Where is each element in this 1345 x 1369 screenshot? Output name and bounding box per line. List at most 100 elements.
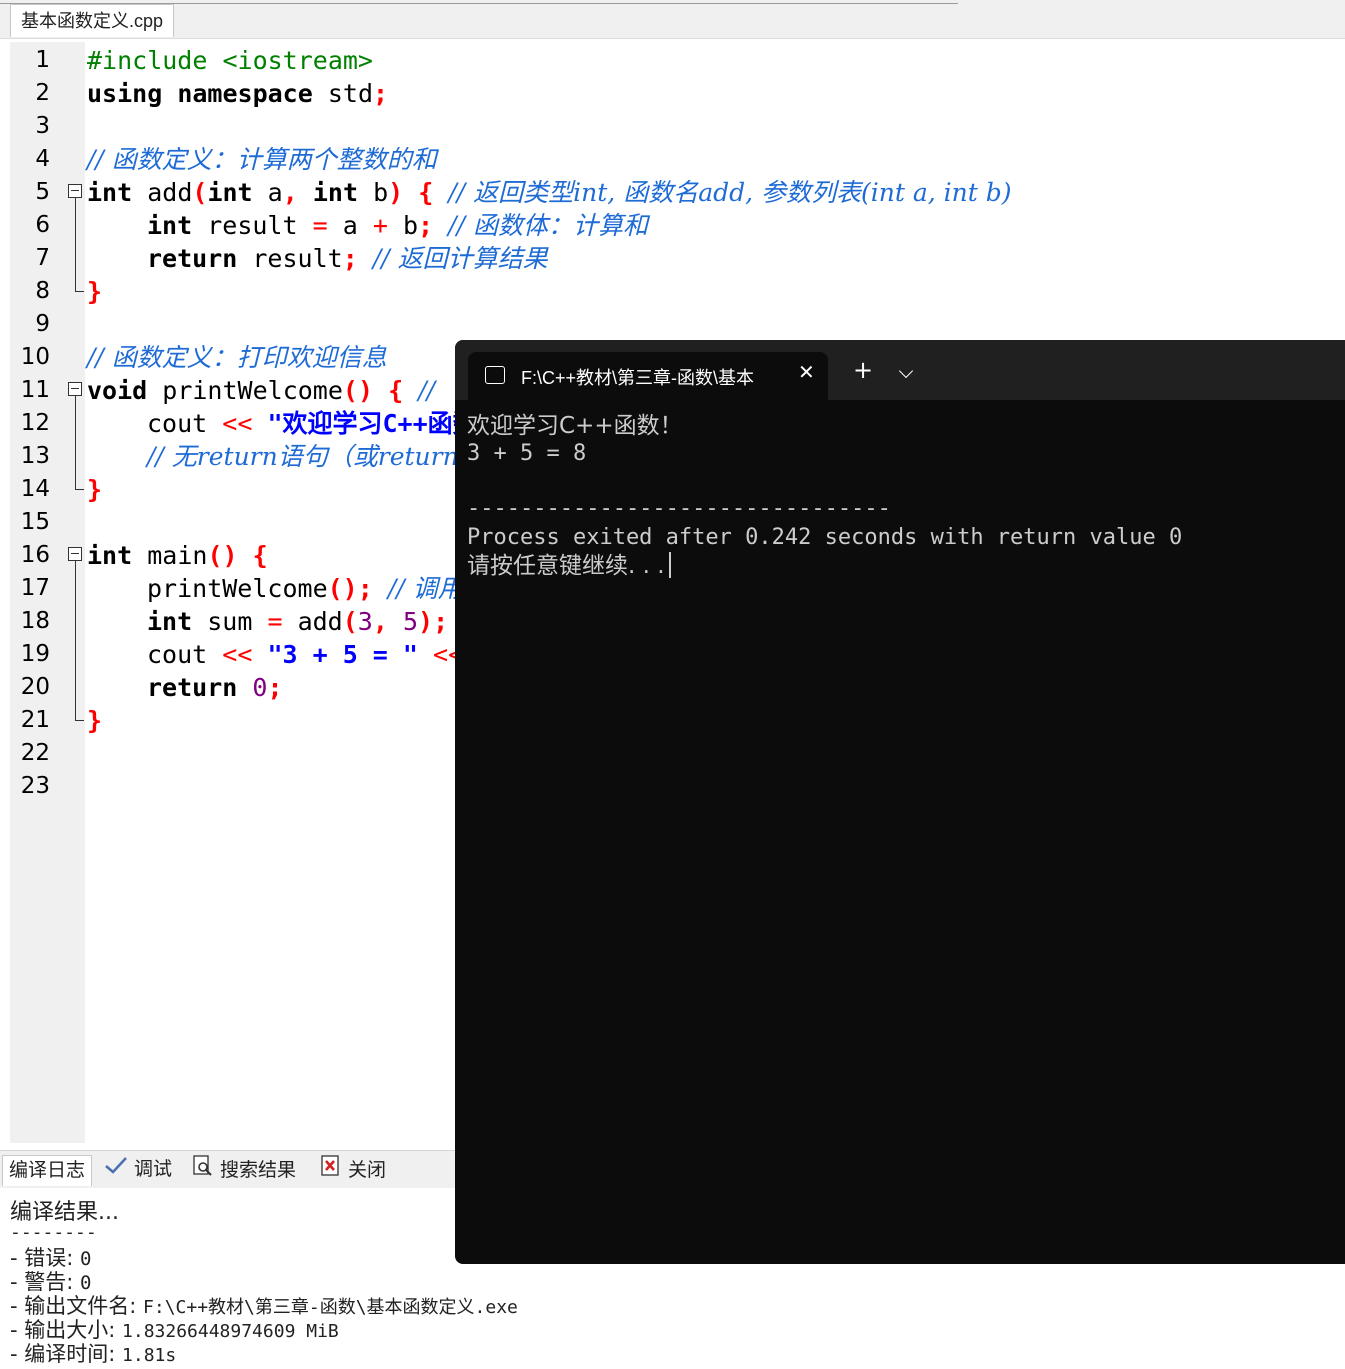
fold-guide (68, 572, 86, 605)
fold-guide (68, 671, 86, 704)
identifier: cout (147, 640, 208, 669)
operator: = (267, 607, 283, 636)
file-tab-main-cpp[interactable]: 基本函数定义.cpp (10, 4, 175, 37)
fold-collapse-icon[interactable] (68, 374, 86, 407)
fold-collapse-icon[interactable] (68, 176, 86, 209)
line-number: 1 (35, 47, 50, 73)
line-number: 9 (35, 311, 50, 337)
punctuation: } (87, 706, 103, 735)
text-cursor (668, 552, 671, 578)
identifier: b (373, 178, 389, 207)
close-icon[interactable]: ✕ (798, 360, 815, 384)
punctuation: ; (342, 244, 358, 273)
comment: // 返回类型int, 函数名add, 参数列表(int a, int b) (448, 178, 1012, 207)
line-number: 12 (20, 410, 50, 436)
line-number: 13 (20, 443, 50, 469)
checkmark-icon (104, 1155, 128, 1185)
keyword: int (87, 178, 133, 207)
tab-label: 关闭 (348, 1160, 387, 1182)
punctuation: () (207, 541, 238, 570)
code-line-8: } (87, 275, 1345, 308)
terminal-tab[interactable]: F:\C++教材\第三章-函数\基本 ✕ (468, 352, 828, 400)
console-icon (485, 366, 505, 384)
terminal-process-line: Process exited after 0.242 seconds with … (467, 525, 1183, 550)
fold-collapse-icon[interactable] (68, 539, 86, 572)
line-number: 21 (20, 707, 50, 733)
chevron-down-icon[interactable] (898, 363, 914, 379)
punctuation: { (418, 178, 434, 207)
fold-guide (68, 440, 86, 473)
line-number-gutter: 1 2 3 4 5 6 7 8 9 10 11 12 13 14 15 16 1… (10, 42, 85, 1143)
function-name: main (147, 541, 208, 570)
code-line-1: #include <iostream> (87, 44, 1345, 77)
code-line-2: using namespace std; (87, 77, 1345, 110)
function-name: printWelcome (147, 574, 328, 603)
operator: << (222, 409, 253, 438)
terminal-window[interactable]: F:\C++教材\第三章-函数\基本 ✕ + 欢迎学习C++函数！ 3 + 5 … (455, 340, 1345, 1264)
line-number: 11 (20, 377, 50, 403)
fold-guide (68, 242, 86, 275)
close-document-icon (320, 1155, 342, 1187)
code-line-5: int add(int a, int b) { // 返回类型int, 函数名a… (87, 176, 1345, 209)
line-number: 15 (20, 509, 50, 535)
punctuation: () (342, 376, 374, 405)
code-line-7: return result; // 返回计算结果 (147, 242, 1345, 275)
log-compile-time: - 编译时间: 1.81s (10, 1338, 176, 1368)
fold-guide (68, 638, 86, 671)
line-number: 16 (20, 542, 50, 568)
tab-close[interactable]: 关闭 (314, 1155, 392, 1185)
punctuation: ; (373, 79, 389, 108)
keyword: return (147, 244, 238, 273)
line-number: 22 (20, 740, 50, 766)
line-number: 6 (35, 212, 50, 238)
punctuation: , (282, 178, 298, 207)
keyword: int (147, 211, 193, 240)
line-number: 5 (35, 179, 50, 205)
line-number: 10 (20, 344, 50, 370)
code-line-4: // 函数定义：计算两个整数的和 (87, 143, 1345, 176)
line-number: 23 (20, 773, 50, 799)
identifier: result (207, 211, 298, 240)
new-tab-icon[interactable]: + (853, 358, 873, 382)
punctuation: ; (418, 211, 434, 240)
keyword: int (312, 178, 358, 207)
line-number: 18 (20, 608, 50, 634)
punctuation: ) (388, 178, 404, 207)
keyword: namespace (177, 79, 313, 108)
punctuation: } (87, 277, 103, 306)
identifier: std (327, 79, 374, 108)
editor-tab-bar: 基本函数定义.cpp (0, 0, 1345, 39)
tab-label: 搜索结果 (220, 1160, 297, 1182)
line-number: 4 (35, 146, 50, 172)
log-separator: -------- (10, 1222, 97, 1243)
identifier: sum (207, 607, 253, 636)
terminal-tab-title: F:\C++教材\第三章-函数\基本 (521, 368, 755, 388)
line-number: 8 (35, 278, 50, 304)
tab-debug[interactable]: 调试 (98, 1155, 178, 1185)
function-name: add (147, 178, 193, 207)
keyword: return (147, 673, 238, 702)
punctuation: } (87, 475, 103, 504)
punctuation: ; (267, 673, 283, 702)
function-name: printWelcome (162, 376, 343, 405)
tab-search-results[interactable]: 搜索结果 (186, 1155, 302, 1185)
punctuation: , (372, 607, 388, 636)
line-number: 20 (20, 674, 50, 700)
line-number: 2 (35, 80, 50, 106)
tab-label: 调试 (134, 1159, 173, 1181)
punctuation: ); (418, 607, 449, 636)
identifier: b (402, 211, 419, 240)
comment: // (418, 376, 436, 405)
identifier: a (267, 178, 283, 207)
fold-end (68, 473, 86, 506)
tab-label: 编译日志 (9, 1160, 86, 1181)
punctuation: { (252, 541, 268, 570)
operator: << (222, 640, 253, 669)
identifier: cout (147, 409, 208, 438)
fold-end (68, 275, 86, 308)
line-number: 19 (20, 641, 50, 667)
tab-compile-log[interactable]: 编译日志 (2, 1155, 93, 1186)
number-literal: 5 (402, 607, 419, 636)
log-label: - 编译时间: (10, 1342, 123, 1366)
punctuation: { (388, 376, 404, 405)
